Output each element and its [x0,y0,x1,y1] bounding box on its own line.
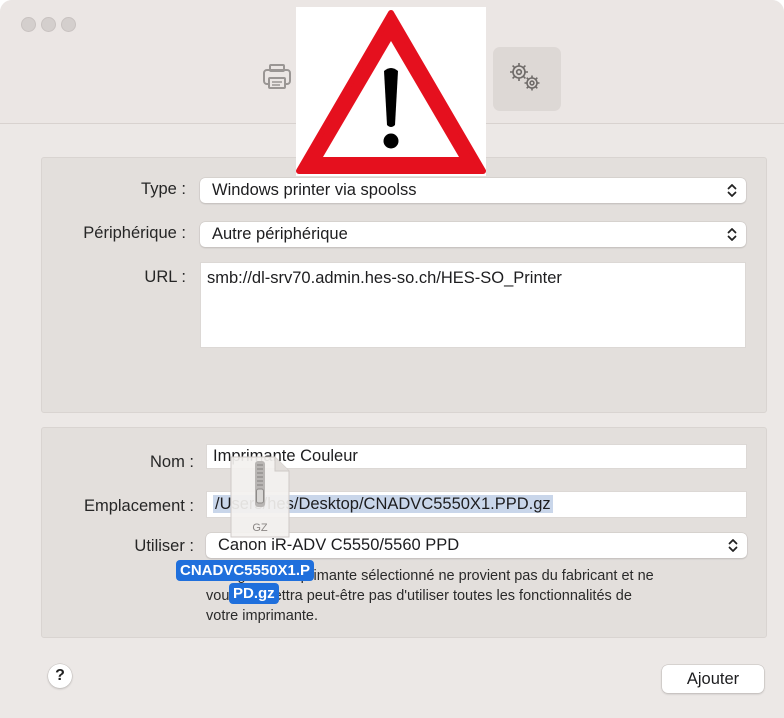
dragged-file-name-line-2: PD.gz [229,583,279,604]
device-value: Autre périphérique [212,225,348,243]
url-label: URL : [144,268,186,286]
close-window-button[interactable] [21,17,36,32]
device-label: Périphérique : [83,224,186,242]
type-label: Type : [141,180,186,198]
name-label: Nom : [149,453,194,471]
type-popup[interactable]: Windows printer via spoolss [200,178,746,203]
location-label: Emplacement : [83,497,194,515]
type-value: Windows printer via spoolss [212,181,417,199]
chevron-updown-icon [727,228,737,241]
zoom-window-button[interactable] [61,17,76,32]
url-field[interactable]: smb://dl-srv70.admin.hes-so.ch/HES-SO_Pr… [200,262,746,348]
toolbar-advanced-button[interactable] [493,47,561,111]
warning-overlay [296,7,486,176]
dragged-file-name-line-1: CNADVC5550X1.P [176,560,315,581]
chevron-updown-icon [728,539,738,552]
minimize-window-button[interactable] [41,17,56,32]
dragged-file[interactable]: GZ [229,455,291,539]
add-button[interactable]: Ajouter [662,665,764,693]
driver-note-line-3: votre imprimante. [206,608,319,624]
file-type-label: GZ [252,522,268,534]
help-button[interactable]: ? [48,664,72,688]
device-popup[interactable]: Autre périphérique [200,222,746,247]
chevron-updown-icon [727,184,737,197]
use-label: Utiliser : [134,537,194,555]
warning-icon [296,10,486,174]
gear-icon [510,63,540,91]
